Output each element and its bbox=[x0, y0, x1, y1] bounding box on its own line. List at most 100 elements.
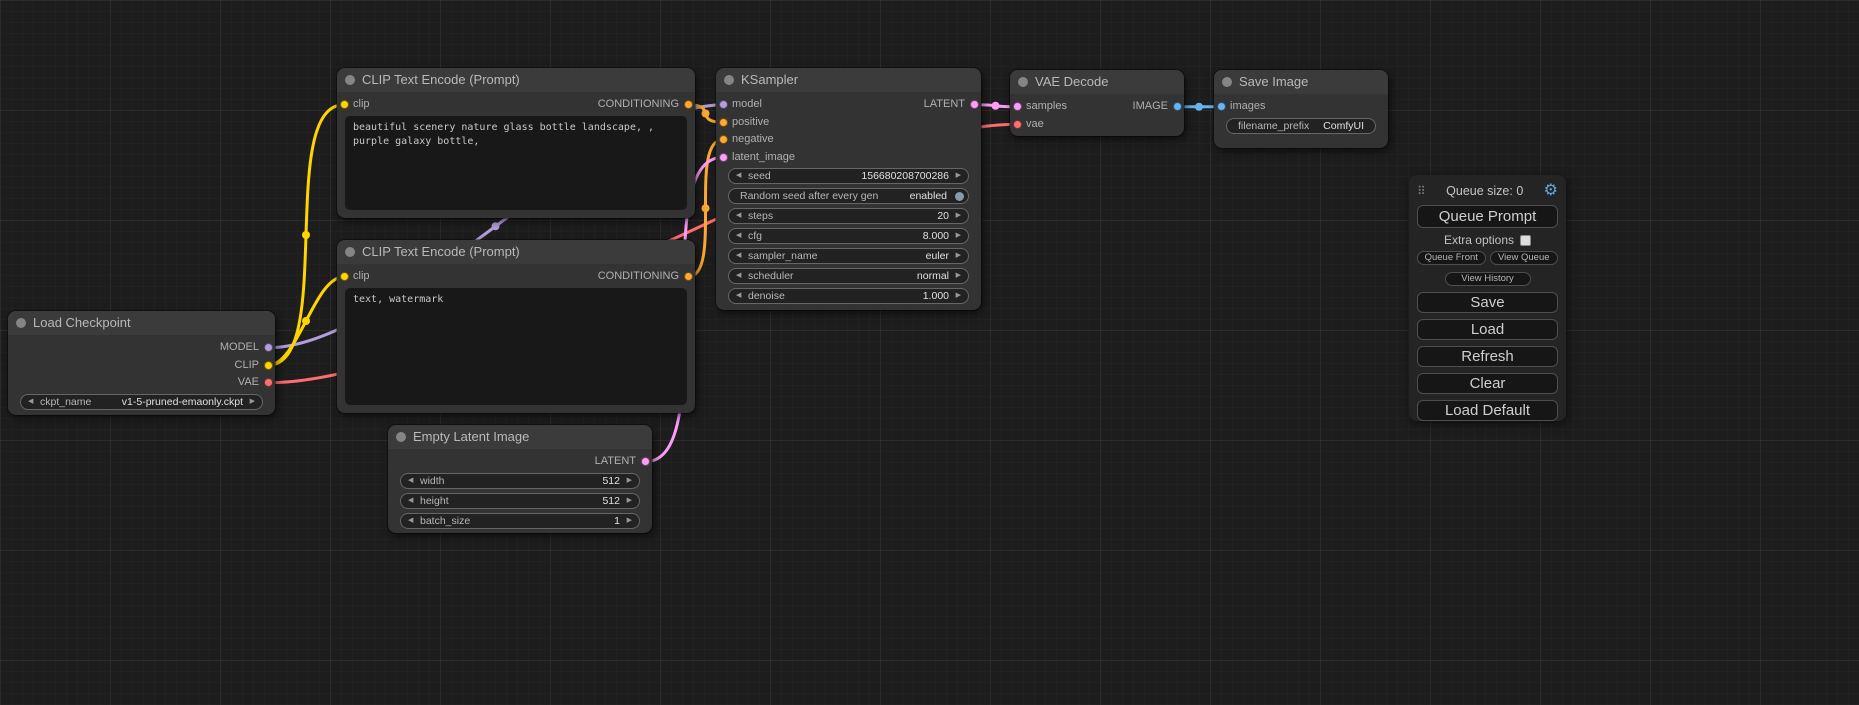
node-title-bar[interactable]: CLIP Text Encode (Prompt) bbox=[337, 240, 695, 264]
input-slot-vae[interactable] bbox=[1013, 120, 1022, 129]
toggle-dot[interactable] bbox=[955, 192, 964, 201]
node-ksampler[interactable]: KSamplermodelLATENTpositivenegativelaten… bbox=[716, 68, 981, 310]
collapse-dot-icon[interactable] bbox=[345, 247, 355, 257]
decrement-arrow-icon[interactable]: ◀ bbox=[736, 289, 741, 303]
load-button[interactable]: Load bbox=[1417, 319, 1558, 340]
node-title-bar[interactable]: Empty Latent Image bbox=[388, 425, 652, 449]
input-slot-label: images bbox=[1230, 98, 1265, 116]
widget-width[interactable]: ◀width512▶ bbox=[400, 473, 640, 489]
output-slot-latent[interactable] bbox=[641, 457, 650, 466]
decrement-arrow-icon[interactable]: ◀ bbox=[736, 229, 741, 243]
node-clip-text-encode-positive[interactable]: CLIP Text Encode (Prompt)clipCONDITIONIN… bbox=[337, 68, 695, 218]
increment-arrow-icon[interactable]: ▶ bbox=[956, 289, 961, 303]
input-slot-positive[interactable] bbox=[719, 118, 728, 127]
widget-value: 1.000 bbox=[923, 289, 949, 303]
output-slot-conditioning[interactable] bbox=[684, 272, 693, 281]
output-slot-conditioning[interactable] bbox=[684, 100, 693, 109]
widget-value: 156680208700286 bbox=[861, 169, 949, 183]
widget-ckpt-name[interactable]: ◀ckpt_namev1-5-pruned-emaonly.ckpt▶ bbox=[20, 394, 263, 410]
node-load-checkpoint[interactable]: Load CheckpointMODELCLIPVAE◀ckpt_namev1-… bbox=[8, 311, 275, 415]
prompt-textarea[interactable]: text, watermark bbox=[345, 288, 687, 406]
decrement-arrow-icon[interactable]: ◀ bbox=[408, 514, 413, 528]
widget-steps[interactable]: ◀steps20▶ bbox=[728, 208, 969, 224]
increment-arrow-icon[interactable]: ▶ bbox=[956, 229, 961, 243]
input-slot-clip[interactable] bbox=[340, 272, 349, 281]
collapse-dot-icon[interactable] bbox=[16, 318, 26, 328]
save-button[interactable]: Save bbox=[1417, 292, 1558, 313]
widget-value: v1-5-pruned-emaonly.ckpt bbox=[122, 395, 243, 409]
slot-row: positive bbox=[716, 114, 981, 132]
input-slot-samples[interactable] bbox=[1013, 102, 1022, 111]
widget-filename-prefix[interactable]: filename_prefixComfyUI bbox=[1226, 118, 1376, 134]
widget-value: euler bbox=[926, 249, 949, 263]
decrement-arrow-icon[interactable]: ◀ bbox=[408, 474, 413, 488]
increment-arrow-icon[interactable]: ▶ bbox=[627, 494, 632, 508]
node-empty-latent-image[interactable]: Empty Latent ImageLATENT◀width512▶◀heigh… bbox=[388, 425, 652, 533]
input-slot-label: model bbox=[732, 96, 762, 114]
collapse-dot-icon[interactable] bbox=[1222, 77, 1232, 87]
clear-button[interactable]: Clear bbox=[1417, 373, 1558, 394]
increment-arrow-icon[interactable]: ▶ bbox=[956, 249, 961, 263]
collapse-dot-icon[interactable] bbox=[724, 75, 734, 85]
menu-panel: ⠿ Queue size: 0 ⚙ Queue Prompt Extra opt… bbox=[1409, 175, 1566, 421]
input-slot-images[interactable] bbox=[1217, 102, 1226, 111]
widget-scheduler[interactable]: ◀schedulernormal▶ bbox=[728, 268, 969, 284]
refresh-button[interactable]: Refresh bbox=[1417, 346, 1558, 367]
decrement-arrow-icon[interactable]: ◀ bbox=[736, 249, 741, 263]
view-history-button[interactable]: View History bbox=[1445, 272, 1531, 286]
view-queue-button[interactable]: View Queue bbox=[1490, 251, 1559, 265]
load-default-button[interactable]: Load Default bbox=[1417, 400, 1558, 421]
node-graph-canvas[interactable]: Load CheckpointMODELCLIPVAE◀ckpt_namev1-… bbox=[0, 0, 1859, 705]
collapse-dot-icon[interactable] bbox=[345, 75, 355, 85]
decrement-arrow-icon[interactable]: ◀ bbox=[736, 209, 741, 223]
extra-options-checkbox[interactable] bbox=[1520, 235, 1531, 246]
input-slot-latent-image[interactable] bbox=[719, 153, 728, 162]
widget-denoise[interactable]: ◀ denoise 1.000 ▶ bbox=[728, 288, 969, 304]
increment-arrow-icon[interactable]: ▶ bbox=[627, 474, 632, 488]
output-slot-vae[interactable] bbox=[264, 378, 273, 387]
output-slot-label: CONDITIONING bbox=[598, 268, 679, 286]
node-title-bar[interactable]: Save Image bbox=[1214, 70, 1388, 94]
collapse-dot-icon[interactable] bbox=[1018, 77, 1028, 87]
widget-random-seed-after-every-gen[interactable]: Random seed after every genenabled bbox=[728, 188, 969, 204]
output-slot-model[interactable] bbox=[264, 343, 273, 352]
queue-front-button[interactable]: Queue Front bbox=[1417, 251, 1486, 265]
widget-label: denoise bbox=[748, 289, 785, 303]
input-slot-negative[interactable] bbox=[719, 135, 728, 144]
increment-arrow-icon[interactable]: ▶ bbox=[956, 269, 961, 283]
decrement-arrow-icon[interactable]: ◀ bbox=[28, 395, 33, 409]
increment-arrow-icon[interactable]: ▶ bbox=[956, 209, 961, 223]
node-title: VAE Decode bbox=[1035, 70, 1108, 94]
queue-prompt-button[interactable]: Queue Prompt bbox=[1417, 205, 1558, 228]
widget-sampler-name[interactable]: ◀sampler_nameeuler▶ bbox=[728, 248, 969, 264]
node-title: Load Checkpoint bbox=[33, 311, 131, 335]
widget-height[interactable]: ◀height512▶ bbox=[400, 493, 640, 509]
decrement-arrow-icon[interactable]: ◀ bbox=[408, 494, 413, 508]
node-title-bar[interactable]: VAE Decode bbox=[1010, 70, 1184, 94]
collapse-dot-icon[interactable] bbox=[396, 432, 406, 442]
node-clip-text-encode-negative[interactable]: CLIP Text Encode (Prompt)clipCONDITIONIN… bbox=[337, 240, 695, 413]
widget-seed[interactable]: ◀seed156680208700286▶ bbox=[728, 168, 969, 184]
node-vae-decode[interactable]: VAE DecodesamplesIMAGEvae bbox=[1010, 70, 1184, 136]
input-slot-model[interactable] bbox=[719, 100, 728, 109]
node-title-bar[interactable]: KSampler bbox=[716, 68, 981, 92]
increment-arrow-icon[interactable]: ▶ bbox=[627, 514, 632, 528]
input-slot-clip[interactable] bbox=[340, 100, 349, 109]
slot-row: MODEL bbox=[8, 339, 275, 357]
output-slot-image[interactable] bbox=[1173, 102, 1182, 111]
node-title-bar[interactable]: Load Checkpoint bbox=[8, 311, 275, 335]
widget-cfg[interactable]: ◀cfg8.000▶ bbox=[728, 228, 969, 244]
settings-gear-icon[interactable]: ⚙ bbox=[1544, 183, 1558, 199]
output-slot-clip[interactable] bbox=[264, 361, 273, 370]
node-title-bar[interactable]: CLIP Text Encode (Prompt) bbox=[337, 68, 695, 92]
prompt-textarea[interactable]: beautiful scenery nature glass bottle la… bbox=[345, 116, 687, 211]
decrement-arrow-icon[interactable]: ◀ bbox=[736, 169, 741, 183]
node-title: KSampler bbox=[741, 68, 798, 92]
output-slot-latent[interactable] bbox=[970, 100, 979, 109]
widget-batch-size[interactable]: ◀batch_size1▶ bbox=[400, 513, 640, 529]
drag-handle-icon[interactable]: ⠿ bbox=[1417, 184, 1426, 198]
node-save-image[interactable]: Save Image images filename_prefixComfyUI bbox=[1214, 70, 1388, 148]
increment-arrow-icon[interactable]: ▶ bbox=[956, 169, 961, 183]
decrement-arrow-icon[interactable]: ◀ bbox=[736, 269, 741, 283]
increment-arrow-icon[interactable]: ▶ bbox=[250, 395, 255, 409]
